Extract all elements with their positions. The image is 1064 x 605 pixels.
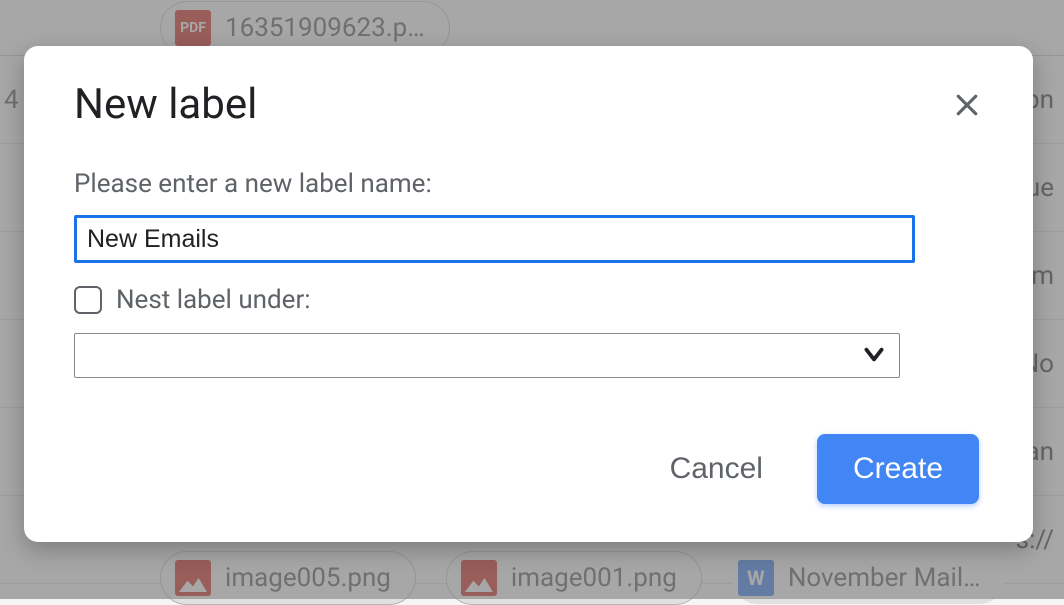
new-label-dialog: New label Please enter a new label name:… xyxy=(24,46,1033,542)
parent-label-select[interactable] xyxy=(74,333,900,378)
nest-checkbox[interactable] xyxy=(74,286,102,314)
create-button[interactable]: Create xyxy=(817,434,979,504)
label-name-prompt: Please enter a new label name: xyxy=(74,169,983,199)
cancel-button[interactable]: Cancel xyxy=(660,444,773,494)
chevron-down-icon xyxy=(861,341,887,371)
label-name-input[interactable] xyxy=(74,215,915,263)
nest-checkbox-label: Nest label under: xyxy=(116,285,311,315)
dialog-title: New label xyxy=(74,80,257,129)
close-icon[interactable] xyxy=(951,89,983,121)
